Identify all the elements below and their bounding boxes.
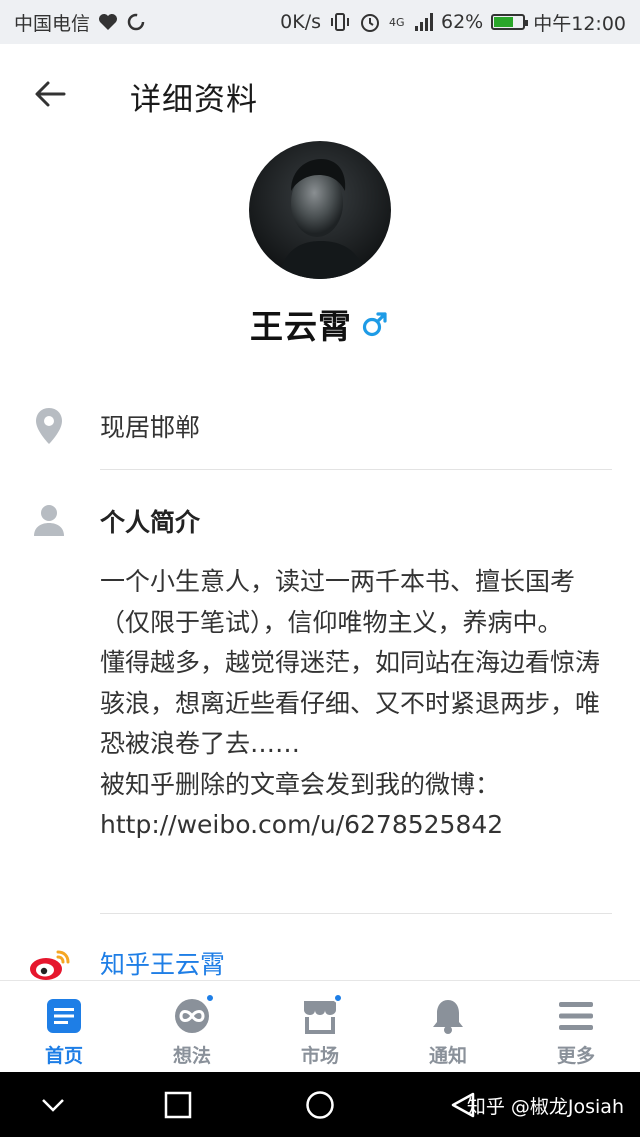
weibo-icon: [30, 950, 70, 980]
tab-label: 更多: [556, 1045, 595, 1067]
clock: 中午12:00: [533, 12, 626, 35]
divider: [100, 469, 612, 470]
home-icon: [45, 997, 83, 1035]
notification-dot: [333, 993, 343, 1003]
location-text: 现居邯郸: [100, 413, 201, 442]
carrier-label: 中国电信: [14, 12, 91, 35]
notification-dot: [205, 993, 215, 1003]
tab-market[interactable]: 市场: [256, 981, 384, 1072]
location-pin-icon: [36, 408, 62, 444]
heart-icon: [99, 14, 118, 30]
tab-more[interactable]: 更多: [512, 981, 640, 1072]
tab-label: 通知: [428, 1045, 467, 1067]
status-bar: 中国电信 0K/s 4G 62% 中午12:00: [0, 0, 640, 44]
arrow-left-icon: [35, 81, 66, 107]
person-icon: [34, 505, 64, 536]
watermark: 知乎 @椒龙Josiah: [466, 1096, 624, 1118]
profile-name-row: 王云霄: [0, 300, 640, 348]
tab-ideas[interactable]: 想法: [128, 981, 256, 1072]
ideas-icon: [173, 993, 215, 1035]
battery-icon: [491, 14, 529, 30]
male-icon: [362, 312, 387, 337]
status-right: 0K/s 4G 62% 中午12:00: [280, 9, 626, 36]
profile-name: 王云霄: [250, 307, 352, 346]
back-button[interactable]: [30, 74, 70, 114]
alarm-icon: [361, 14, 379, 32]
bio-title: 个人简介: [100, 508, 201, 537]
bio-text: 一个小生意人，读过一两千本书、擅长国考（仅限于笔试），信仰唯物主义，养病中。 懂…: [100, 567, 601, 839]
chevron-down-icon[interactable]: [38, 1090, 68, 1120]
page-title: 详细资料: [130, 82, 258, 118]
loading-icon: [127, 13, 145, 31]
home-circle-icon[interactable]: [305, 1090, 335, 1120]
divider: [100, 913, 612, 914]
tab-home[interactable]: 首页: [0, 981, 128, 1072]
app-header: 详细资料: [0, 44, 640, 144]
tab-label: 想法: [172, 1045, 211, 1067]
tab-notifications[interactable]: 通知: [384, 981, 512, 1072]
network-speed: 0K/s: [280, 11, 321, 33]
tab-label: 市场: [300, 1045, 339, 1067]
recent-apps-icon[interactable]: [163, 1090, 193, 1120]
weibo-link[interactable]: 知乎王云霄: [100, 945, 225, 981]
avatar[interactable]: [249, 141, 391, 279]
system-nav-bar: 知乎 @椒龙Josiah: [0, 1072, 640, 1137]
avatar-photo: [249, 141, 391, 279]
market-icon: [301, 993, 343, 1035]
status-left: 中国电信: [14, 9, 146, 36]
network-type: 4G: [389, 15, 405, 29]
bell-icon: [429, 997, 467, 1035]
battery-percent: 62%: [441, 11, 484, 33]
tab-bar: 首页 想法 市场 通知 更多: [0, 980, 640, 1072]
vibrate-icon: [331, 13, 349, 31]
tab-label: 首页: [44, 1045, 83, 1067]
signal-icon: [415, 13, 433, 31]
menu-icon: [557, 997, 595, 1035]
